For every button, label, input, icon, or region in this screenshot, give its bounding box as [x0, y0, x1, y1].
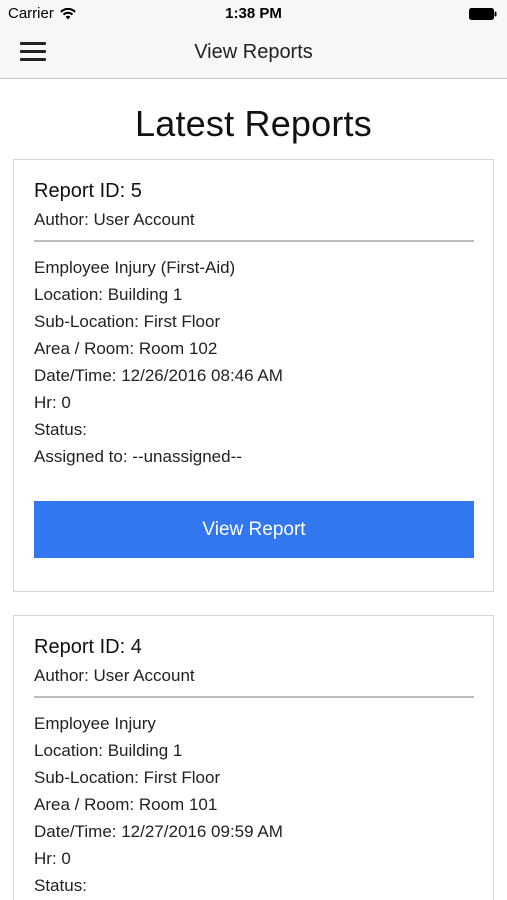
- report-id: Report ID: 5: [34, 180, 142, 202]
- report-assigned: Assigned to: --unassigned--: [34, 447, 242, 466]
- report-area: Area / Room: Room 101: [34, 795, 218, 814]
- report-location: Location: Building 1: [34, 741, 183, 760]
- report-card: Report ID: 4 Author: User Account Employ…: [13, 615, 494, 900]
- nav-title: View Reports: [194, 41, 313, 63]
- report-datetime: Date/Time: 12/26/2016 08:46 AM: [34, 366, 283, 385]
- report-author: Author: User Account: [34, 210, 195, 229]
- card-divider: [34, 696, 474, 698]
- page-title: Latest Reports: [135, 103, 372, 144]
- report-id: Report ID: 4: [34, 636, 142, 658]
- report-sub-location: Sub-Location: First Floor: [34, 768, 221, 787]
- battery-icon: [469, 8, 497, 20]
- report-location: Location: Building 1: [34, 285, 183, 304]
- report-type: Employee Injury: [34, 714, 156, 733]
- view-report-button[interactable]: View Report: [34, 501, 474, 558]
- main-content[interactable]: Latest Reports Report ID: 5 Author: User…: [0, 79, 507, 900]
- screen: Carrier 1:38 PM View Reports Latest Repo…: [0, 0, 507, 900]
- report-area: Area / Room: Room 102: [34, 339, 218, 358]
- clock: 1:38 PM: [225, 5, 282, 22]
- report-hr: Hr: 0: [34, 849, 71, 868]
- nav-bar: View Reports: [0, 28, 507, 79]
- report-details: Employee Injury (First-Aid) Location: Bu…: [34, 254, 283, 470]
- status-bar: Carrier 1:38 PM: [0, 0, 507, 28]
- report-author: Author: User Account: [34, 666, 195, 685]
- card-divider: [34, 240, 474, 242]
- report-hr: Hr: 0: [34, 393, 71, 412]
- report-type: Employee Injury (First-Aid): [34, 258, 236, 277]
- report-sub-location: Sub-Location: First Floor: [34, 312, 221, 331]
- report-datetime: Date/Time: 12/27/2016 09:59 AM: [34, 822, 283, 841]
- report-details: Employee Injury Location: Building 1 Sub…: [34, 710, 283, 899]
- report-status: Status:: [34, 420, 87, 439]
- report-status: Status:: [34, 876, 87, 895]
- report-card: Report ID: 5 Author: User Account Employ…: [13, 159, 494, 592]
